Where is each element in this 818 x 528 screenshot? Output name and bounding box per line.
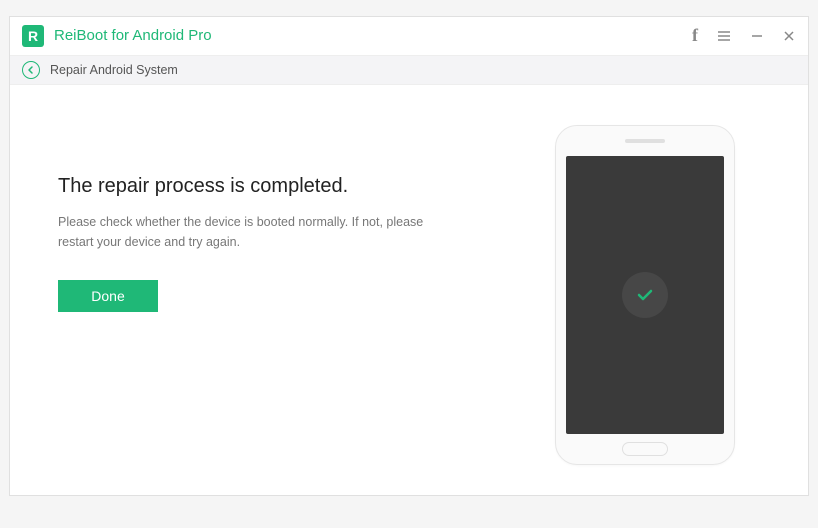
subheader-title: Repair Android System bbox=[50, 63, 178, 77]
titlebar: R ReiBoot for Android Pro f bbox=[10, 17, 808, 56]
back-button[interactable] bbox=[22, 61, 40, 79]
phone-screen bbox=[566, 156, 724, 434]
window-controls: f bbox=[692, 25, 796, 46]
facebook-icon[interactable]: f bbox=[692, 25, 698, 46]
app-logo: R bbox=[22, 25, 44, 47]
app-window: R ReiBoot for Android Pro f Repair Andro… bbox=[9, 16, 809, 496]
logo-letter: R bbox=[28, 29, 38, 43]
completion-heading: The repair process is completed. bbox=[58, 175, 530, 198]
minimize-icon[interactable] bbox=[750, 29, 764, 43]
done-button[interactable]: Done bbox=[58, 280, 158, 312]
app-title: ReiBoot for Android Pro bbox=[54, 27, 212, 44]
device-illustration bbox=[530, 125, 760, 465]
message-panel: The repair process is completed. Please … bbox=[58, 125, 530, 465]
subheader: Repair Android System bbox=[10, 56, 808, 85]
content-area: The repair process is completed. Please … bbox=[10, 85, 808, 495]
phone-frame bbox=[555, 125, 735, 465]
phone-speaker bbox=[625, 139, 665, 143]
close-icon[interactable] bbox=[782, 29, 796, 43]
success-check-icon bbox=[622, 272, 668, 318]
menu-icon[interactable] bbox=[716, 28, 732, 44]
completion-description: Please check whether the device is boote… bbox=[58, 212, 438, 252]
phone-home-button bbox=[622, 442, 668, 456]
